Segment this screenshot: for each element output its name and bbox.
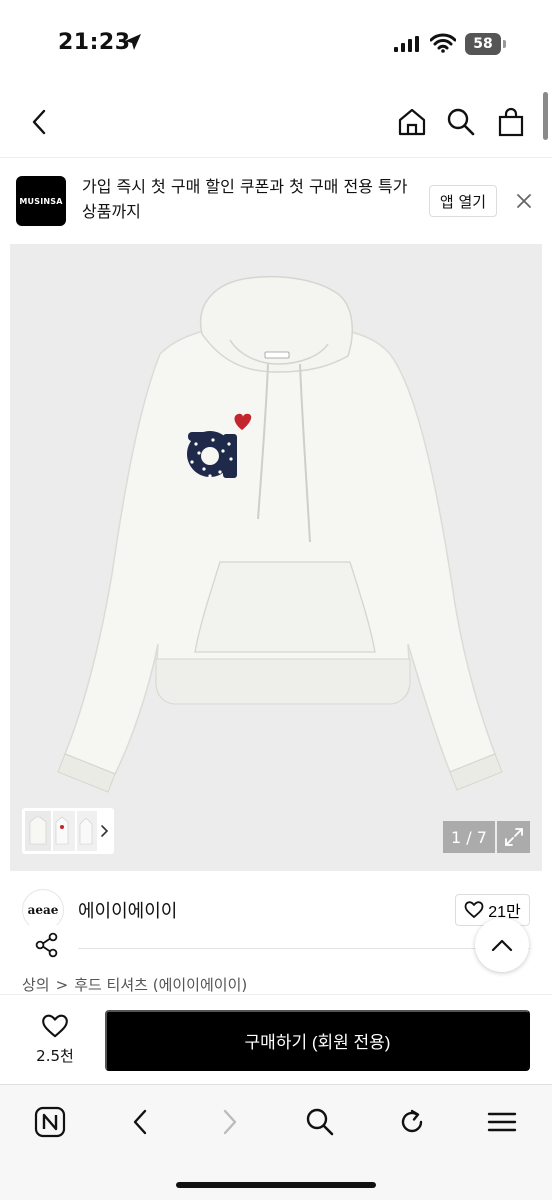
chevron-up-icon [491, 939, 513, 952]
banner-close-button[interactable] [512, 189, 536, 213]
breadcrumb-subcategory[interactable]: 후드 티셔츠 (에이이에이이) [74, 974, 247, 995]
banner-message: 가입 즉시 첫 구매 할인 쿠폰과 첫 구매 전용 특가 상품까지 [82, 177, 408, 221]
product-image-carousel[interactable] [10, 244, 542, 871]
search-icon [306, 1108, 334, 1136]
scroll-to-top-button[interactable] [475, 918, 529, 972]
naver-n-icon [34, 1106, 66, 1138]
brand-name[interactable]: 에이이에이이 [78, 897, 177, 923]
hoodie-image [57, 275, 503, 793]
close-icon [517, 194, 531, 208]
home-button[interactable] [394, 104, 430, 140]
breadcrumb: 상의 > 후드 티셔츠 (에이이에이이) [22, 974, 247, 995]
site-header [0, 86, 552, 158]
image-counter: 1 / 7 [443, 821, 495, 853]
home-indicator [176, 1182, 376, 1188]
browser-menu-button[interactable] [480, 1100, 524, 1144]
hamburger-menu-icon [487, 1112, 517, 1132]
reload-icon [401, 1109, 423, 1133]
battery-indicator: 58 [465, 33, 501, 55]
search-icon [447, 108, 475, 136]
browser-search-button[interactable] [298, 1100, 342, 1144]
buy-button[interactable]: 구매하기 (회원 전용) [105, 1010, 530, 1071]
wishlist-button[interactable]: 2.5천 [24, 1012, 86, 1068]
battery-level: 58 [473, 36, 493, 52]
open-app-button[interactable]: 앱 열기 [429, 185, 497, 217]
thumbnail-images [25, 811, 109, 851]
forward-arrow-icon [223, 1109, 237, 1135]
heart-outline-icon [42, 1014, 68, 1038]
expand-icon [504, 828, 523, 846]
status-bar: 21:23 58 [0, 0, 552, 86]
fullscreen-button[interactable] [497, 821, 530, 853]
wishlist-count: 2.5천 [36, 1047, 74, 1065]
browser-reload-button[interactable] [390, 1100, 434, 1144]
cart-button[interactable] [493, 104, 529, 140]
back-chevron-icon [32, 109, 46, 135]
breadcrumb-separator: > [55, 975, 69, 994]
back-arrow-icon [133, 1109, 147, 1135]
thumbnail-strip[interactable] [22, 808, 114, 854]
home-icon [398, 108, 426, 136]
shopping-bag-icon [498, 107, 524, 137]
browser-forward-button[interactable] [208, 1100, 252, 1144]
search-button[interactable] [443, 104, 479, 140]
share-button[interactable] [22, 925, 72, 965]
battery-tip [503, 40, 506, 48]
cellular-signal-icon [394, 36, 419, 52]
naver-home-button[interactable] [28, 1100, 72, 1144]
wifi-icon [430, 33, 456, 53]
breadcrumb-category[interactable]: 상의 [22, 974, 50, 995]
heart-outline-icon [464, 901, 484, 918]
status-time: 21:23 [58, 30, 131, 55]
musinsa-logo: MUSINSA [16, 176, 66, 226]
back-button[interactable] [22, 104, 58, 140]
page-scrollbar[interactable] [543, 92, 548, 140]
browser-back-button[interactable] [118, 1100, 162, 1144]
share-icon [35, 932, 58, 958]
section-divider [78, 948, 530, 949]
location-arrow-icon [125, 34, 141, 50]
